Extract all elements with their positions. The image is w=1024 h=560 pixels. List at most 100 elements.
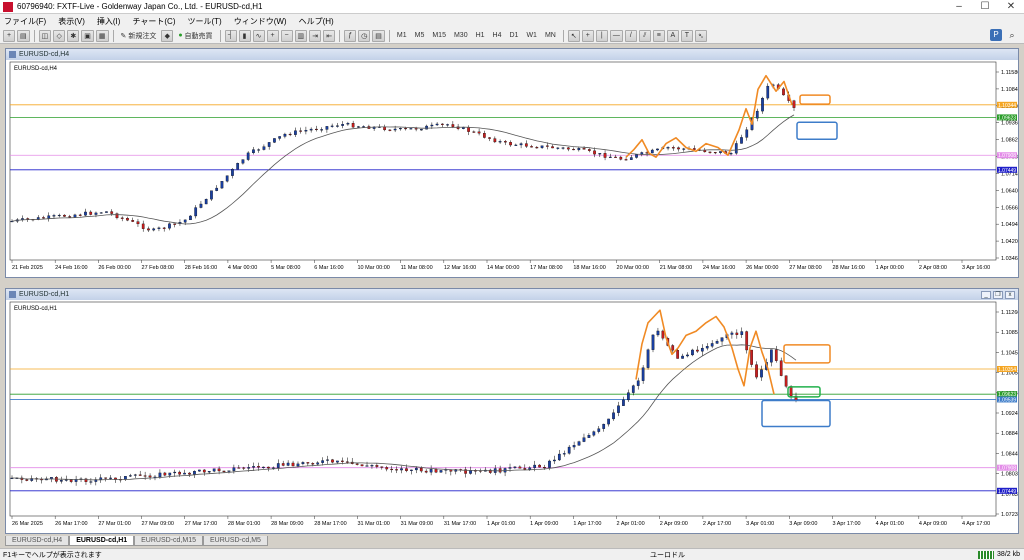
- zoom-out-icon[interactable]: −: [280, 29, 293, 42]
- text-tool-icon[interactable]: A: [666, 29, 679, 42]
- chart-window-header: EURUSD-cd,H4: [6, 49, 1018, 60]
- terminal-icon[interactable]: ▣: [81, 29, 94, 42]
- price-axis-label: 1.08030: [1001, 472, 1018, 478]
- line-chart-icon[interactable]: ∿: [252, 29, 265, 42]
- bearish-candle: [755, 364, 758, 378]
- menu-chart[interactable]: チャート(C): [132, 16, 175, 27]
- chart-shift-icon[interactable]: ⇤: [323, 29, 336, 42]
- tab-eurusd-h1[interactable]: EURUSD-cd,H1: [69, 536, 135, 546]
- timeframe-m1[interactable]: M1: [394, 30, 410, 42]
- minimize-button[interactable]: –: [946, 1, 972, 12]
- navigator-icon[interactable]: ✱: [67, 29, 80, 42]
- time-axis-label: 10 Mar 00:00: [357, 265, 389, 271]
- timeframe-w1[interactable]: W1: [523, 30, 540, 42]
- bearish-candle: [267, 466, 270, 469]
- bullish-candle: [513, 466, 517, 468]
- chart-canvas-h1[interactable]: EURUSD-cd,H11.112601.108501.104501.10050…: [6, 300, 1018, 534]
- time-axis-label: 6 Mar 16:00: [314, 265, 343, 271]
- chart-restore-button[interactable]: ❐: [993, 290, 1003, 299]
- price-axis-label: 1.05660: [1001, 205, 1018, 211]
- bearish-candle: [341, 460, 344, 462]
- bullish-candle: [321, 460, 324, 463]
- menu-view[interactable]: 表示(V): [58, 16, 85, 27]
- time-axis-label: 27 Mar 17:00: [185, 521, 217, 527]
- bar-chart-icon[interactable]: ┤: [224, 29, 237, 42]
- zoom-in-icon[interactable]: +: [266, 29, 279, 42]
- bearish-candle: [582, 148, 586, 150]
- auto-scroll-icon[interactable]: ⇥: [309, 29, 322, 42]
- timeframe-h4[interactable]: H4: [490, 30, 505, 42]
- chart-minimize-button[interactable]: _: [981, 290, 991, 299]
- tab-eurusd-m5[interactable]: EURUSD-cd,M5: [203, 536, 268, 546]
- timeframe-m15[interactable]: M15: [429, 30, 449, 42]
- crosshair-icon[interactable]: +: [581, 29, 594, 42]
- help-icon[interactable]: P: [990, 29, 1002, 41]
- bearish-candle: [89, 211, 93, 215]
- arrows-tool-icon[interactable]: ➴: [694, 29, 707, 42]
- tab-eurusd-h4[interactable]: EURUSD-cd,H4: [5, 536, 70, 546]
- search-icon[interactable]: ⌕: [1006, 29, 1018, 41]
- new-order-label: 新規注文: [128, 32, 157, 40]
- candlestick-icon[interactable]: ▮: [238, 29, 251, 42]
- profiles-icon[interactable]: ▤: [17, 29, 30, 42]
- maximize-button[interactable]: ☐: [972, 1, 998, 12]
- menu-help[interactable]: ヘルプ(H): [299, 16, 334, 27]
- time-axis-label: 1 Apr 01:00: [487, 521, 515, 527]
- bearish-candle: [784, 375, 788, 387]
- new-chart-icon[interactable]: +: [3, 29, 15, 42]
- menu-window[interactable]: ウィンドウ(W): [234, 16, 287, 27]
- templates-icon[interactable]: ▤: [372, 29, 385, 42]
- tab-eurusd-m15[interactable]: EURUSD-cd,M15: [134, 536, 203, 546]
- bullish-candle: [94, 212, 98, 215]
- meta-editor-icon[interactable]: ◆: [161, 29, 174, 42]
- bearish-candle: [162, 227, 166, 229]
- data-window-icon[interactable]: ◇: [53, 29, 66, 42]
- chart-tabs: EURUSD-cd,H4 EURUSD-cd,H1 EURUSD-cd,M15 …: [5, 536, 268, 546]
- plot-frame: [9, 61, 997, 261]
- orange-price-badge-text: 1.10344: [998, 103, 1016, 109]
- chart-close-button[interactable]: x: [1005, 290, 1015, 299]
- chart-window-h1[interactable]: EURUSD-cd,H1 _ ❐ x EURUSD-cd,H1 1.11260 1.…: [5, 288, 1019, 534]
- timeframe-d1[interactable]: D1: [507, 30, 522, 42]
- periods-icon[interactable]: ◷: [358, 29, 371, 42]
- horizontal-line-icon[interactable]: —: [609, 29, 623, 42]
- cursor-icon[interactable]: ↖: [567, 29, 580, 42]
- channel-icon[interactable]: ⫽: [638, 29, 651, 42]
- bullish-candle: [617, 405, 620, 413]
- bullish-candle: [168, 472, 172, 476]
- menu-file[interactable]: ファイル(F): [4, 16, 46, 27]
- menu-insert[interactable]: 挿入(I): [97, 16, 121, 27]
- chart-canvas-h4[interactable]: EURUSD-cd,H41.115801.108401.101001.09360…: [6, 60, 1018, 278]
- close-button[interactable]: ✕: [998, 1, 1024, 12]
- bearish-candle: [360, 464, 364, 467]
- fibonacci-icon[interactable]: ≡: [652, 29, 665, 42]
- chart-window-h4[interactable]: EURUSD-cd,H4 EURUSD-cd,H4 1.11580 1.10840 1…: [5, 48, 1019, 278]
- bearish-candle: [482, 133, 486, 138]
- indicators-icon[interactable]: ƒ: [344, 29, 357, 42]
- timeframe-mn[interactable]: MN: [542, 30, 559, 42]
- bearish-candle: [257, 466, 260, 468]
- tester-icon[interactable]: ▦: [95, 29, 109, 42]
- bullish-candle: [365, 465, 369, 467]
- bearish-candle: [306, 462, 310, 464]
- bullish-candle: [294, 130, 297, 135]
- timeframe-m30[interactable]: M30: [451, 30, 471, 42]
- tile-windows-icon[interactable]: ▥: [294, 29, 308, 42]
- market-watch-icon[interactable]: ◫: [38, 29, 52, 42]
- bearish-candle: [441, 123, 444, 125]
- menu-tools[interactable]: ツール(T): [187, 16, 221, 27]
- time-axis-label: 27 Mar 09:00: [142, 521, 174, 527]
- auto-trade-button[interactable]: ● 自動売買: [175, 30, 215, 42]
- label-tool-icon[interactable]: T: [680, 29, 693, 42]
- toolbar-separator: [219, 29, 221, 42]
- timeframe-m5[interactable]: M5: [412, 30, 428, 42]
- bearish-candle: [603, 153, 607, 158]
- toolbar-separator: [33, 29, 35, 42]
- timeframe-h1[interactable]: H1: [473, 30, 488, 42]
- bullish-candle: [766, 85, 770, 99]
- new-order-button[interactable]: ✎ 新規注文: [118, 30, 160, 42]
- status-profile: ユーロドル: [650, 551, 685, 559]
- vertical-line-icon[interactable]: |: [595, 29, 608, 42]
- trendline-icon[interactable]: /: [624, 29, 637, 42]
- blue-price-badge-text: 1.07449: [998, 168, 1016, 174]
